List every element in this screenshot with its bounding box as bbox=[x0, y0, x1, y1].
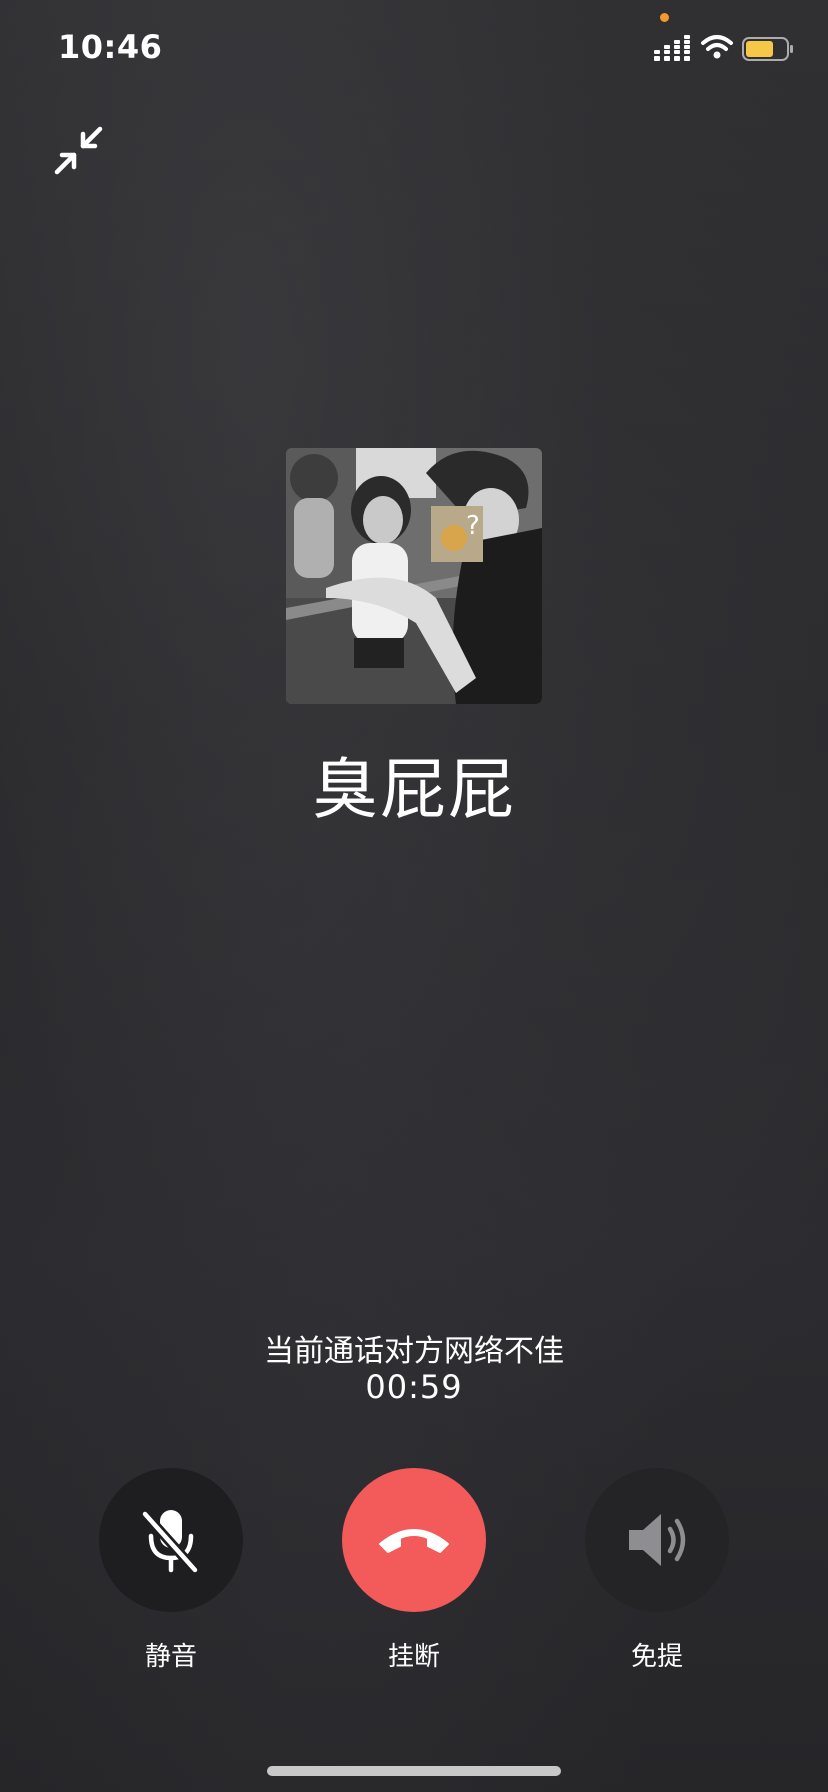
voice-call-screen: 10:46 ? 臭屁屁 当前通话对方网络不佳 00:59 静音 挂断 免提 bbox=[0, 0, 828, 1792]
network-warning-text: 当前通话对方网络不佳 bbox=[264, 1334, 564, 1369]
mute-button[interactable] bbox=[99, 1468, 243, 1612]
speaker-button[interactable] bbox=[585, 1468, 729, 1612]
mute-label: 静音 bbox=[144, 1642, 197, 1672]
speaker-label: 免提 bbox=[630, 1642, 683, 1672]
cellular-signal-icon bbox=[654, 35, 690, 61]
svg-text:?: ? bbox=[466, 511, 480, 541]
phone-hangup-icon bbox=[379, 1529, 449, 1553]
call-timer: 00:59 bbox=[365, 1368, 463, 1406]
microphone-off-icon bbox=[140, 1509, 200, 1575]
caller-avatar: ? bbox=[286, 448, 542, 704]
speaker-icon bbox=[629, 1514, 686, 1566]
hang-up-label: 挂断 bbox=[387, 1642, 440, 1672]
minimize-button[interactable] bbox=[52, 124, 108, 180]
avatar-photo: ? bbox=[286, 448, 542, 704]
minimize-icon bbox=[54, 126, 103, 175]
battery-icon bbox=[742, 37, 793, 61]
status-time: 10:46 bbox=[58, 28, 163, 66]
wifi-icon bbox=[701, 35, 733, 59]
caller-name: 臭屁屁 bbox=[312, 751, 516, 828]
hang-up-button[interactable] bbox=[342, 1468, 486, 1612]
recording-indicator-dot bbox=[660, 13, 669, 22]
home-indicator[interactable] bbox=[267, 1766, 561, 1776]
